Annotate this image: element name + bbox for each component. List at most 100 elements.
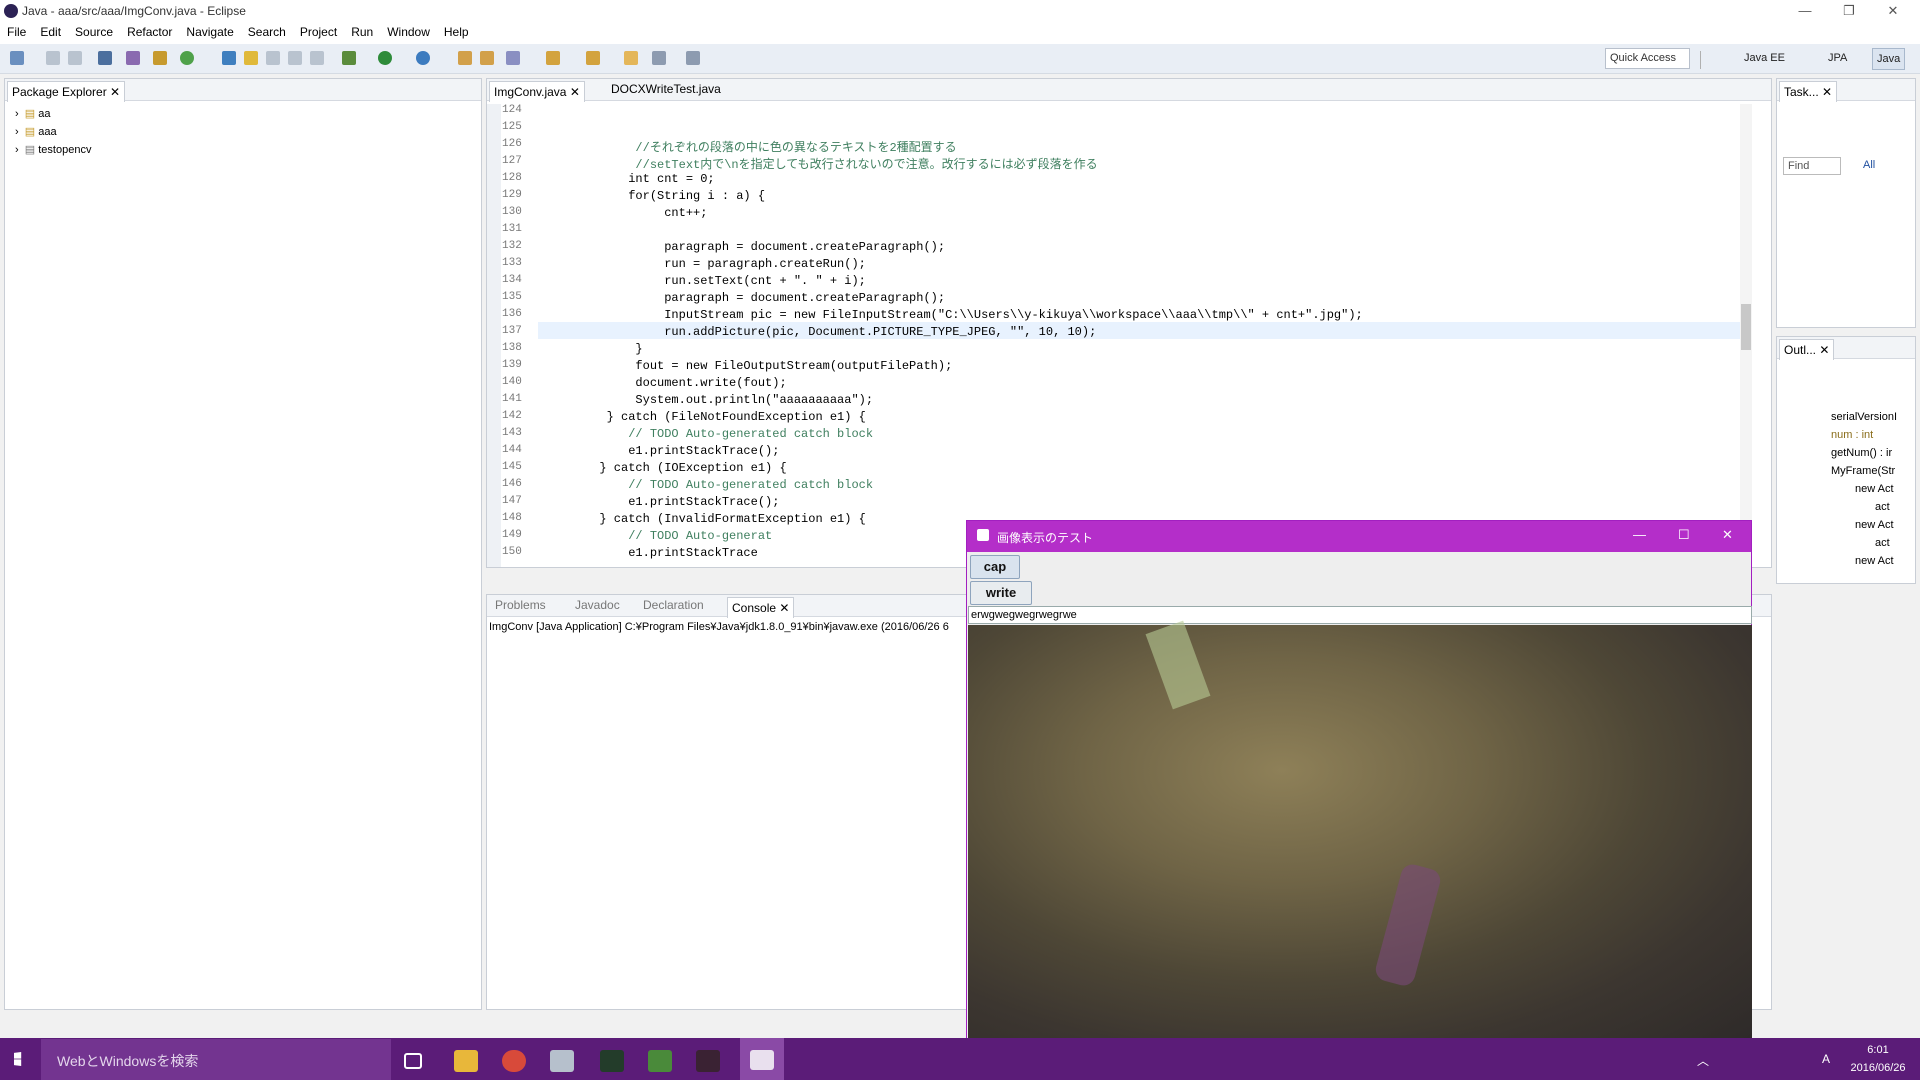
next-annotation-icon[interactable] [546,51,560,65]
refresh-icon[interactable] [180,51,194,65]
tab-imgconv[interactable]: ImgConv.java ✕ [489,81,585,102]
outline-item[interactable]: act [1875,501,1890,513]
menu-window[interactable]: Window [380,22,437,39]
tree-item-testopencv[interactable]: › ▤ testopencv [15,143,91,156]
perspective-jpa[interactable]: JPA [1824,48,1851,70]
menu-run[interactable]: Run [344,22,380,39]
code-line[interactable]: } catch (FileNotFoundException e1) { [549,410,866,424]
open-folder-icon[interactable] [480,51,494,65]
pin-icon[interactable] [222,51,236,65]
menu-refactor[interactable]: Refactor [120,22,179,39]
write-button[interactable]: write [970,581,1032,605]
coverage-icon[interactable] [416,51,430,65]
menu-search[interactable]: Search [241,22,293,39]
tray-chevron-icon[interactable]: ︿ [1697,1052,1709,1069]
ime-indicator[interactable]: A [1822,1052,1830,1066]
menu-source[interactable]: Source [68,22,120,39]
outline-item[interactable]: act [1875,537,1890,549]
code-line[interactable]: // TODO Auto-generat [549,529,772,543]
java-maximize-icon[interactable]: ☐ [1678,527,1690,543]
java-minimize-icon[interactable]: — [1633,527,1646,542]
outline-item[interactable]: new Act [1855,555,1894,567]
outline-item[interactable]: getNum() : ir [1831,447,1892,459]
code-line[interactable]: run = paragraph.createRun(); [549,257,866,271]
tab-task-list[interactable]: Task... ✕ [1779,81,1838,102]
search-tool-icon[interactable] [506,51,520,65]
terminal-taskbar-icon[interactable] [600,1050,624,1072]
paragraph-icon[interactable] [310,51,324,65]
eclipse-taskbar-icon[interactable] [696,1050,720,1072]
code-line[interactable]: e1.printStackTrace(); [549,495,779,509]
quick-access-input[interactable]: Quick Access [1605,48,1690,69]
restore-button[interactable]: ❐ [1826,0,1872,24]
perspective-java-ee[interactable]: Java EE [1740,48,1789,70]
tab-docxwritetest[interactable]: DOCXWriteTest.java [607,82,725,96]
code-line[interactable]: //それぞれの段落の中に色の異なるテキストを2種配置する [549,138,956,155]
code-line[interactable]: document.write(fout); [549,376,786,390]
editor-taskbar-icon[interactable] [648,1050,672,1072]
outline-item[interactable]: new Act [1855,519,1894,531]
close-button[interactable]: ✕ [1870,0,1916,24]
scroll-thumb[interactable] [1741,304,1751,350]
back-icon[interactable] [652,51,666,65]
code-line[interactable]: run.addPicture(pic, Document.PICTURE_TYP… [549,325,1096,339]
code-line[interactable]: // TODO Auto-generated catch block [549,427,873,441]
find-input[interactable]: Find [1783,157,1841,175]
tab-problems[interactable]: Problems [491,598,550,612]
code-line[interactable]: // TODO Auto-generated catch block [549,478,873,492]
all-link[interactable]: All [1863,159,1875,171]
code-line[interactable]: fout = new FileOutputStream(outputFilePa… [549,359,952,373]
tab-javadoc[interactable]: Javadoc [571,598,624,612]
debug-skip-icon[interactable] [126,51,140,65]
tree-item-aaa[interactable]: › ▤ aaa [15,125,57,138]
menu-file[interactable]: File [0,22,33,39]
code-editor[interactable]: 124 125 126 //それぞれの段落の中に色の異なるテキストを2種配置する 12… [502,104,1737,564]
clock-time[interactable]: 6:01 [1844,1044,1912,1056]
file-explorer-icon[interactable] [454,1050,478,1072]
open-type-icon[interactable] [458,51,472,65]
chrome-icon[interactable] [502,1050,526,1072]
prev-annotation-icon[interactable] [586,51,600,65]
save-icon[interactable] [46,51,60,65]
taskbar-search-box[interactable]: WebとWindowsを検索 [41,1039,391,1080]
menu-navigate[interactable]: Navigate [179,22,240,39]
code-line[interactable]: } catch (InvalidFormatException e1) { [549,512,865,526]
task-view-icon[interactable] [404,1053,422,1069]
text-field[interactable]: erwgwegwegrwegrwe [968,606,1752,624]
debug-icon[interactable] [342,51,356,65]
menu-project[interactable]: Project [293,22,344,39]
new-icon[interactable] [10,51,24,65]
highlight-icon[interactable] [244,51,258,65]
terminal-icon[interactable] [98,51,112,65]
code-line[interactable]: } catch (IOException e1) { [549,461,786,475]
tree-item-aa[interactable]: › ▤ aa [15,107,51,120]
save-all-icon[interactable] [68,51,82,65]
menu-edit[interactable]: Edit [33,22,68,39]
code-line[interactable]: cnt++; [549,206,707,220]
outline-item[interactable]: new Act [1855,483,1894,495]
format-icon[interactable] [266,51,280,65]
forward-icon[interactable] [686,51,700,65]
code-line[interactable]: int cnt = 0; [549,172,714,186]
app-icon[interactable] [550,1050,574,1072]
code-line[interactable]: paragraph = document.createParagraph(); [549,291,945,305]
code-line[interactable]: InputStream pic = new FileInputStream("C… [549,308,1363,322]
editor-scrollbar[interactable] [1740,104,1752,566]
clock-date[interactable]: 2016/06/26 [1844,1062,1912,1074]
outline-item[interactable]: serialVersionI [1831,411,1897,423]
code-line[interactable]: e1.printStackTrace(); [549,444,779,458]
windows-start-icon[interactable] [14,1051,22,1067]
java-close-icon[interactable]: ✕ [1722,527,1733,543]
run-icon[interactable] [378,51,392,65]
outline-item[interactable]: MyFrame(Str [1831,465,1895,477]
block-icon[interactable] [288,51,302,65]
tab-package-explorer[interactable]: Package Explorer ✕ [7,81,126,102]
code-line[interactable]: run.setText(cnt + ". " + i); [549,274,866,288]
minimize-button[interactable]: — [1782,0,1828,24]
code-line[interactable]: paragraph = document.createParagraph(); [549,240,945,254]
java-taskbar-item[interactable] [740,1038,784,1080]
last-edit-icon[interactable] [624,51,638,65]
cap-button[interactable]: cap [970,555,1020,579]
code-line[interactable]: for(String i : a) { [549,189,765,203]
code-line[interactable]: e1.printStackTrace [549,546,758,560]
